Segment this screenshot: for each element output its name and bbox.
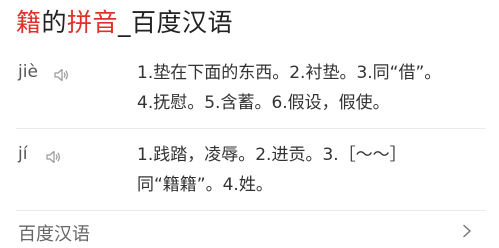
divider <box>16 210 486 211</box>
definition-line: 4.抚慰。5.含蓄。6.假设，假使。 <box>137 93 390 113</box>
pinyin-label: jí <box>18 144 28 164</box>
chevron-right-icon <box>463 224 471 238</box>
divider <box>16 128 486 129</box>
definition-line: 1.践踏，凌辱。2.进贡。3.［～～］ <box>137 145 407 165</box>
pinyin-label: jiè <box>18 62 38 82</box>
title-keyword: 拼音 <box>67 8 119 37</box>
source-link[interactable]: 百度汉语 <box>0 212 499 248</box>
title-character: 籍 <box>16 8 42 37</box>
title-particle: 的 <box>41 8 68 37</box>
definition-list: 1.垫在下面的东西。2.衬垫。3.同“借”。 4.抚慰。5.含蓄。6.假设，假使… <box>137 58 441 118</box>
speaker-icon[interactable] <box>45 149 61 165</box>
page-title: 籍的拼音_百度汉语 <box>16 6 233 40</box>
title-separator: _ <box>118 8 132 37</box>
speaker-icon[interactable] <box>53 67 69 83</box>
source-link-label: 百度汉语 <box>18 224 90 245</box>
title-source: 百度汉语 <box>131 8 234 37</box>
definition-line: 1.垫在下面的东西。2.衬垫。3.同“借”。 <box>137 63 442 83</box>
definition-list: 1.践踏，凌辱。2.进贡。3.［～～］ 同“籍籍”。4.姓。 <box>137 140 407 200</box>
definition-line: 同“籍籍”。4.姓。 <box>137 175 273 195</box>
